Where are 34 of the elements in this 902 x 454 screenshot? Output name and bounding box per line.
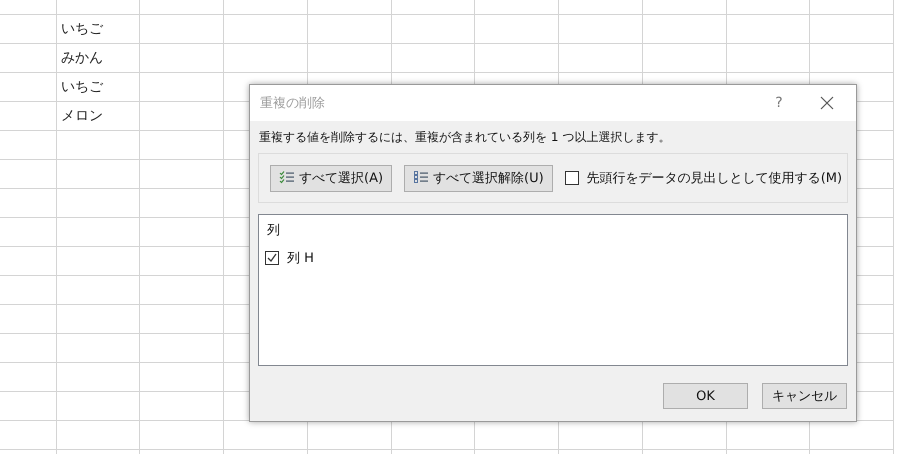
table-cell (0, 218, 57, 247)
ok-button[interactable]: OK (663, 383, 748, 409)
table-cell: みかん (57, 44, 140, 73)
dialog-title: 重複の削除 (260, 95, 326, 112)
select-all-button[interactable]: すべて選択(A) (270, 164, 392, 192)
checkbox[interactable] (564, 171, 579, 185)
checklist-icon (279, 170, 295, 186)
table-cell (0, 247, 57, 276)
table-cell (0, 305, 57, 334)
table-cell (0, 44, 57, 73)
table-cell (0, 73, 57, 102)
list-header: 列 (267, 222, 281, 239)
column-label: 列 H (287, 250, 314, 267)
table-cell (0, 102, 57, 131)
table-cell (0, 363, 57, 392)
table-cell (0, 131, 57, 160)
unselect-all-button[interactable]: すべて選択解除(U) (404, 164, 553, 192)
close-icon[interactable] (820, 96, 834, 110)
table-cell (0, 276, 57, 305)
table-cell (0, 334, 57, 363)
table-cell (0, 392, 57, 421)
table-cell (0, 0, 57, 15)
table-cell (0, 15, 57, 44)
list-icon (413, 170, 430, 186)
table-cell: メロン (57, 102, 140, 131)
cancel-button[interactable]: キャンセル (762, 383, 847, 409)
table-cell (0, 189, 57, 218)
table-cell (0, 421, 57, 450)
table-cell: いちご (57, 73, 140, 102)
help-button[interactable]: ? (756, 95, 802, 111)
checkbox[interactable] (265, 251, 279, 265)
table-cell (0, 160, 57, 189)
instruction-text: 重複する値を削除するには、重複が含まれている列を 1 つ以上選択します。 (259, 129, 672, 146)
table-cell: いちご (57, 15, 140, 44)
